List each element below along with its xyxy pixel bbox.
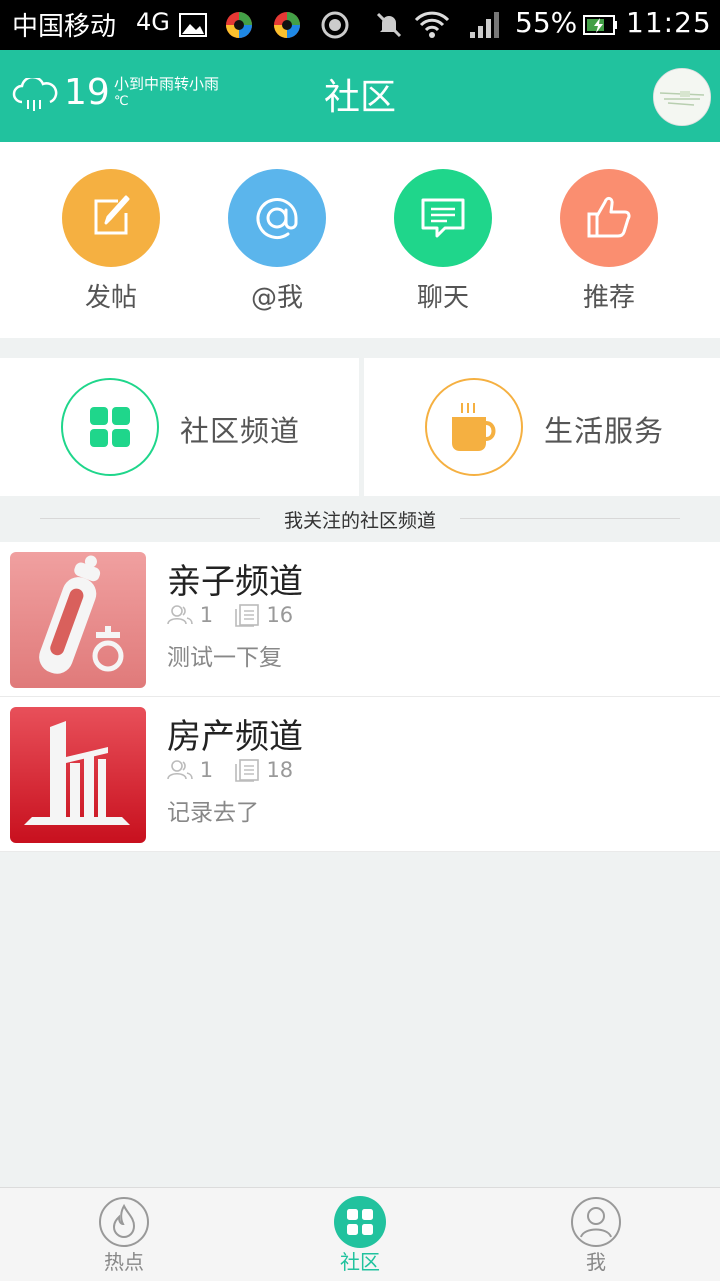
carrier-name: 中国移动 (12, 12, 117, 42)
channel-title: 房产频道 (167, 717, 303, 757)
recommend-button-label: 推荐 (582, 283, 635, 313)
followed-channels-header: 我关注的社区频道 (0, 496, 720, 542)
app-notification-icon (226, 12, 252, 38)
channel-entries: 社区频道 生活服务 (0, 358, 720, 496)
post-count: 16 (266, 603, 294, 627)
battery-icon (583, 15, 617, 35)
mute-icon (376, 12, 402, 38)
members-icon (167, 760, 193, 780)
image-icon (179, 13, 207, 37)
list-item[interactable]: 亲子频道 1 16 测试一下复 (0, 542, 720, 697)
last-post-preview: 记录去了 (167, 800, 259, 826)
nav-tab-me[interactable]: 我 (536, 1196, 656, 1275)
clock: 11:25 (626, 6, 712, 39)
edit-icon (94, 195, 130, 235)
app-notification-icon (274, 12, 300, 38)
at-icon (256, 198, 298, 239)
avatar-image (654, 69, 710, 125)
channel-thumbnail (10, 552, 146, 688)
page-title: 社区 (323, 77, 396, 118)
list-item[interactable]: 房产频道 1 18 记录去了 (0, 697, 720, 852)
channel-title: 亲子频道 (167, 562, 303, 602)
community-channels-ring (61, 378, 159, 476)
member-count: 1 (199, 603, 214, 627)
post-count: 18 (266, 758, 294, 782)
avatar[interactable] (653, 68, 711, 126)
posts-icon (234, 759, 259, 782)
nav-label: 热点 (104, 1250, 144, 1274)
chat-button-label: 聊天 (416, 283, 469, 313)
battery-percent: 55% (515, 6, 578, 39)
wifi-icon (414, 11, 450, 38)
section-title: 我关注的社区频道 (283, 510, 436, 532)
coffee-cup-icon (452, 403, 496, 451)
member-count: 1 (199, 758, 214, 782)
app-header: 19 小到中雨转小雨 ℃ 社区 (0, 50, 720, 142)
chat-button[interactable]: 聊天 (383, 169, 503, 314)
network-type: 4G (136, 8, 170, 36)
members-icon (167, 605, 193, 625)
recommend-button-circle (560, 169, 658, 267)
chat-button-circle (394, 169, 492, 267)
posts-icon (234, 604, 259, 627)
baby-bottle-icon (39, 555, 124, 674)
followed-channel-list: 亲子频道 1 16 测试一下复 房产频道 1 18 记录去了 (0, 542, 720, 852)
bottom-navigation: 热点 社区 我 (0, 1187, 720, 1281)
signal-icon (470, 12, 499, 38)
life-services-ring (425, 378, 523, 476)
grid-icon (334, 1196, 386, 1248)
post-button[interactable]: 发帖 (51, 169, 171, 314)
nav-tab-community[interactable]: 社区 (300, 1196, 420, 1275)
community-channels-button[interactable]: 社区频道 (0, 358, 359, 496)
quick-actions: 发帖 @我 聊天 推荐 (0, 142, 720, 338)
nav-tab-hot[interactable]: 热点 (64, 1196, 184, 1275)
nav-label: 社区 (340, 1250, 380, 1274)
thumbs-up-icon (587, 196, 631, 238)
status-bar: 中国移动 4G 55% 11:25 (0, 0, 720, 50)
channel-stats: 1 18 (167, 757, 293, 782)
channel-thumbnail (10, 707, 146, 843)
life-services-button[interactable]: 生活服务 (364, 358, 720, 496)
flame-icon (99, 1197, 149, 1247)
user-icon (571, 1197, 621, 1247)
mentions-button-circle (228, 169, 326, 267)
recommend-button[interactable]: 推荐 (549, 169, 669, 314)
community-channels-label: 社区频道 (180, 414, 301, 448)
nav-label: 我 (586, 1250, 606, 1274)
grid-icon (90, 407, 130, 447)
post-button-label: 发帖 (84, 283, 137, 313)
life-services-label: 生活服务 (544, 414, 665, 448)
last-post-preview: 测试一下复 (167, 645, 282, 671)
location-icon (321, 11, 349, 39)
channel-stats: 1 16 (167, 602, 293, 627)
mentions-button[interactable]: @我 (217, 169, 337, 314)
mentions-button-label: @我 (250, 283, 303, 313)
post-button-circle (62, 169, 160, 267)
building-icon (24, 721, 130, 825)
chat-icon (421, 198, 465, 238)
